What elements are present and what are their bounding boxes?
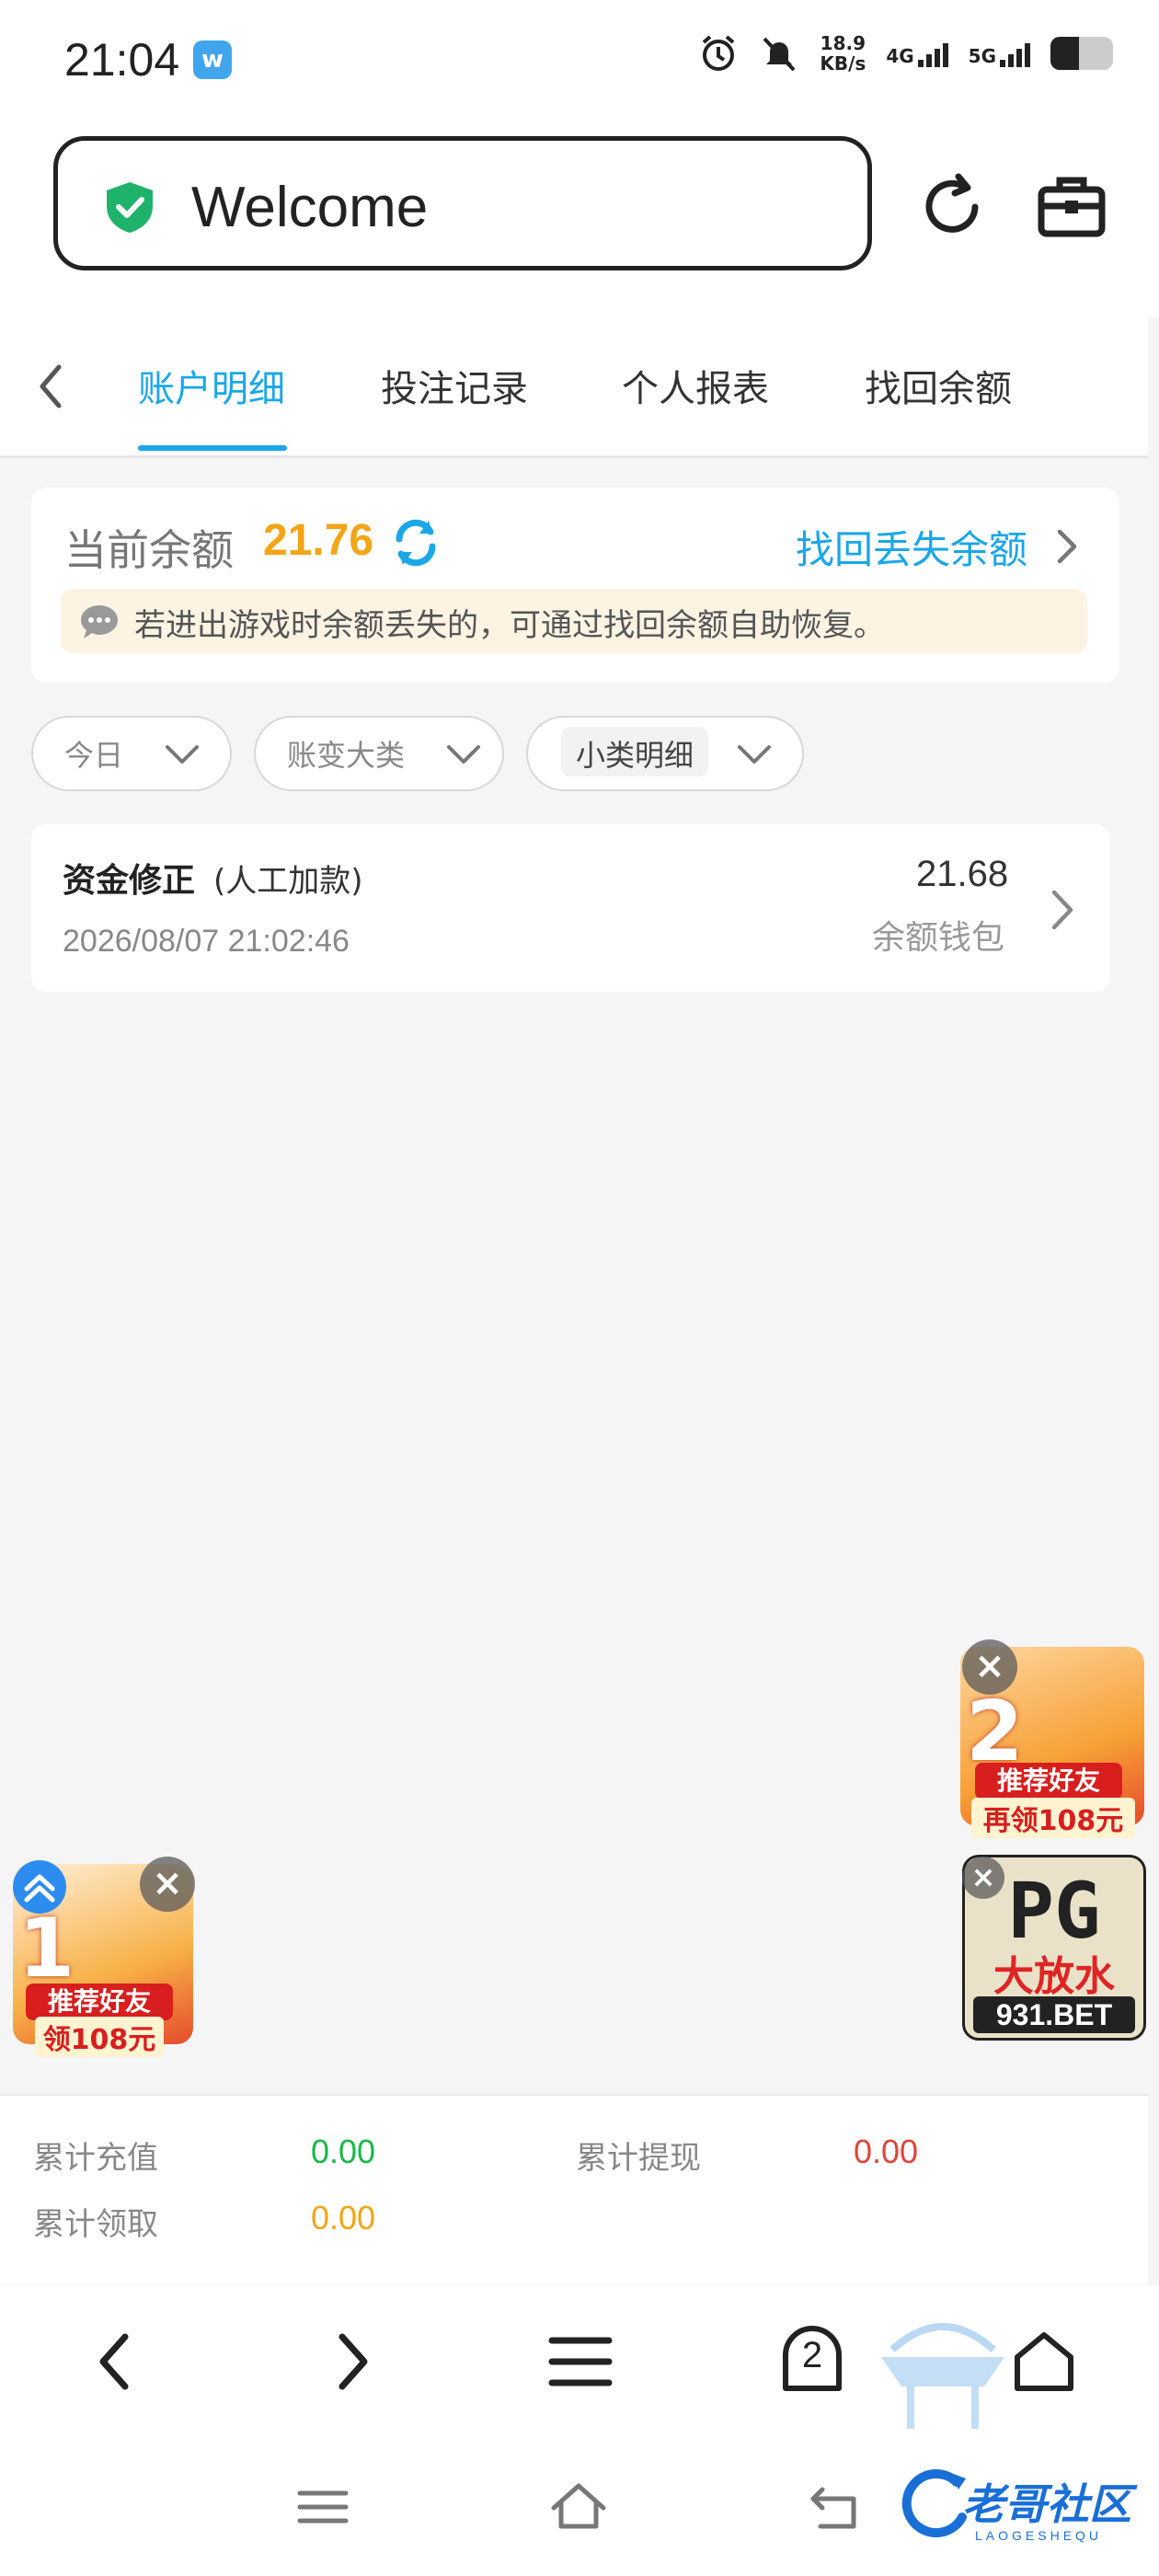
- alarm-icon: [703, 35, 735, 71]
- net-type-5g: 5G: [968, 45, 996, 67]
- record-row[interactable]: [31, 824, 1110, 992]
- balance-label: 当前余额: [64, 525, 234, 575]
- summary-panel: [0, 2094, 1148, 2284]
- signal-4g: 4G: [886, 40, 948, 67]
- promo-pg-label: 大放水: [993, 1953, 1115, 2000]
- back-icon[interactable]: [75, 2320, 158, 2403]
- status-icons: 18.9 KB/s 4G 5G: [698, 33, 1113, 74]
- back-chevron-icon[interactable]: [28, 354, 74, 419]
- mute-icon: [763, 37, 796, 72]
- net-speed-unit: KB/s: [820, 52, 866, 75]
- close-icon[interactable]: ×: [140, 1857, 195, 1912]
- double-chevron-up-icon[interactable]: [11, 1858, 68, 1915]
- status-time: 21:04: [64, 34, 180, 86]
- tab-recover-balance[interactable]: 找回余额: [865, 359, 1012, 412]
- system-home-icon[interactable]: [546, 2475, 611, 2539]
- recharge-total-label: 累计充值: [33, 2140, 158, 2177]
- reload-icon[interactable]: [911, 166, 993, 248]
- chevron-right-icon[interactable]: [1050, 524, 1084, 569]
- balance-value: 21.76: [263, 516, 374, 565]
- signal-icon: [1000, 40, 1030, 67]
- record-wallet: 余额钱包: [872, 919, 1005, 957]
- menu-icon[interactable]: [539, 2320, 622, 2403]
- secure-shield-icon: [107, 182, 153, 233]
- net-type-4g: 4G: [886, 45, 914, 67]
- forward-icon[interactable]: [309, 2320, 392, 2403]
- filter-category-label: 账变大类: [287, 738, 406, 773]
- home-icon[interactable]: [1003, 2320, 1085, 2403]
- toolbox-icon[interactable]: [1030, 166, 1113, 248]
- recharge-total-value: 0.00: [311, 2133, 376, 2170]
- claim-total-label: 累计领取: [33, 2206, 158, 2243]
- watermark-mascot-icon: [881, 2323, 1004, 2429]
- active-tab-indicator: [138, 445, 287, 451]
- withdraw-total-value: 0.00: [854, 2133, 919, 2170]
- chevron-down-icon: [166, 745, 199, 764]
- filter-date-dropdown[interactable]: [31, 716, 232, 791]
- withdraw-total-label: 累计提现: [576, 2140, 701, 2177]
- address-text[interactable]: Welcome: [191, 175, 428, 240]
- system-back-icon[interactable]: [804, 2475, 868, 2539]
- promo-label: 推荐好友: [975, 1763, 1122, 1800]
- record-time: 2026/08/07 21:02:46: [63, 924, 350, 959]
- app-notification-icon: w: [193, 40, 232, 79]
- promo-label: 推荐好友: [26, 1984, 173, 2020]
- tab-count: 2: [801, 2335, 823, 2375]
- tab-personal-report[interactable]: 个人报表: [622, 359, 769, 412]
- record-subtitle: (人工加款): [213, 863, 363, 900]
- filter-subcategory-label: 小类明细: [576, 738, 694, 773]
- net-speed: 18.9 KB/s: [820, 33, 866, 74]
- record-amount: 21.68: [916, 854, 1009, 894]
- tab-account-details[interactable]: 账户明细: [138, 359, 285, 412]
- recover-lost-balance-link[interactable]: 找回丢失余额: [796, 519, 1027, 575]
- chevron-right-icon[interactable]: [1047, 885, 1078, 935]
- chat-bubble-icon: [81, 605, 118, 638]
- watermark-text: 老哥社区: [962, 2479, 1131, 2529]
- chevron-down-icon: [738, 745, 771, 764]
- signal-icon: [917, 40, 948, 67]
- refresh-balance-icon[interactable]: [390, 517, 442, 569]
- promo-sub: 领108元: [35, 2017, 164, 2057]
- record-title: 资金修正: [63, 862, 196, 900]
- promo-pg-sub: 931.BET: [973, 1996, 1135, 2033]
- watermark-subtext: LAOGESHEQU: [975, 2528, 1103, 2543]
- claim-total-value: 0.00: [311, 2199, 376, 2237]
- net-speed-value: 18.9: [820, 32, 866, 54]
- close-icon[interactable]: ×: [962, 1639, 1017, 1695]
- signal-5g: 5G: [969, 40, 1030, 67]
- battery-icon: [1050, 37, 1113, 70]
- chevron-down-icon: [447, 745, 480, 764]
- promo-sub: 再领108元: [971, 1798, 1135, 1838]
- recents-icon[interactable]: [291, 2475, 355, 2539]
- close-icon[interactable]: ×: [962, 1857, 1004, 1899]
- filter-date-label: 今日: [64, 738, 124, 773]
- notice-text: 若进出游戏时余额丢失的，可通过找回余额自助恢复。: [134, 607, 885, 644]
- tab-bet-records[interactable]: 投注记录: [381, 359, 528, 412]
- address-bar[interactable]: [53, 136, 872, 270]
